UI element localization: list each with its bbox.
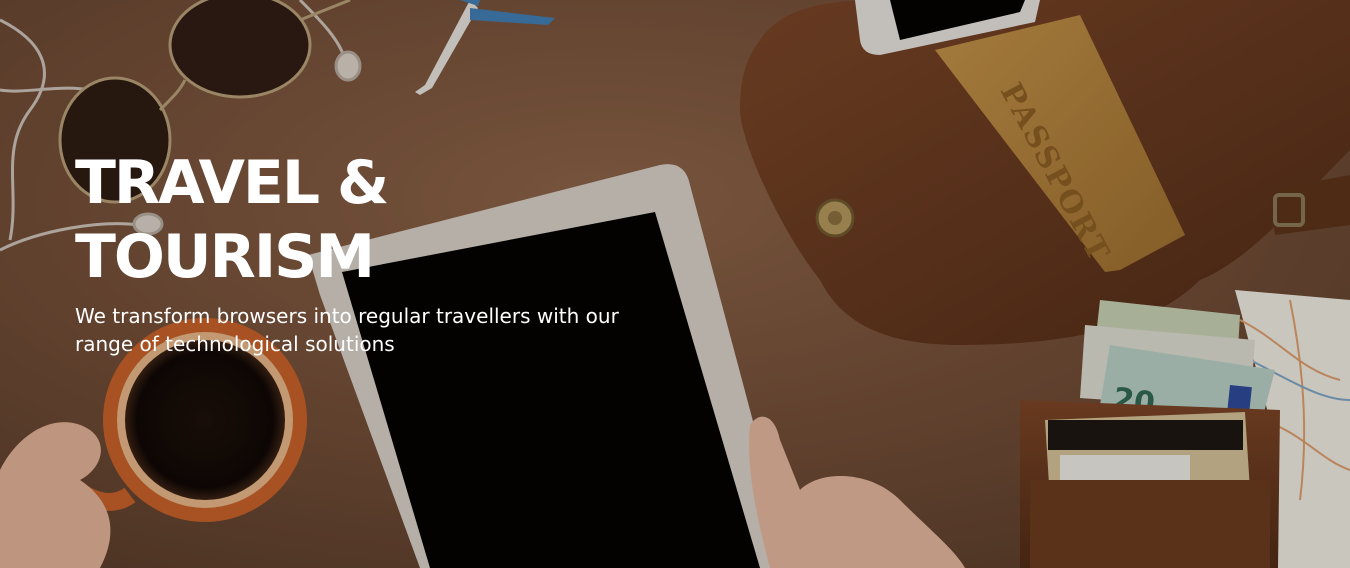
hero-title-line-2: TOURISM (75, 222, 375, 292)
hero-title: TRAVEL & TOURISM (75, 146, 675, 294)
hero-banner: PASSPORT 20 TRAVEL & TOURISM We transfor… (0, 0, 1350, 568)
hero-subtitle: We transform browsers into regular trave… (75, 304, 619, 356)
hero-text-block: TRAVEL & TOURISM We transform browsers i… (75, 146, 675, 358)
hero-title-line-1: TRAVEL & (75, 148, 389, 218)
